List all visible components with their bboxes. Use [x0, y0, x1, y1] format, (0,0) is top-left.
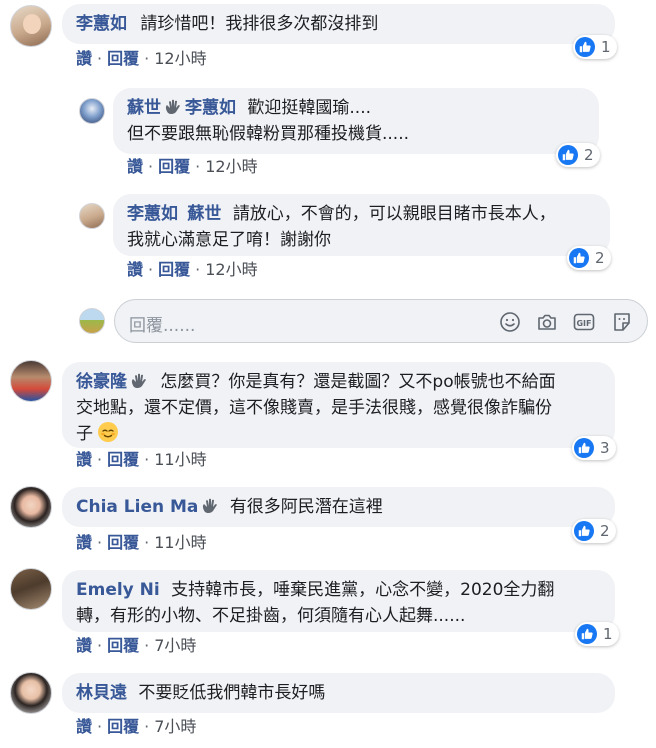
avatar[interactable]: [10, 672, 52, 714]
comment-author[interactable]: 蘇世: [127, 98, 161, 118]
comment-text: 子: [76, 424, 93, 444]
reply-link[interactable]: 回覆: [107, 533, 139, 552]
avatar[interactable]: [79, 98, 105, 124]
comment-text: 轉，有形的小物、不足掛齒，何須隨有心人起舞......: [76, 606, 466, 626]
avatar[interactable]: [10, 5, 52, 47]
like-link[interactable]: 讚: [76, 49, 92, 68]
reply-link[interactable]: 回覆: [107, 450, 139, 469]
reaction-count[interactable]: 2: [556, 143, 600, 167]
comment-bubble: 李蕙如 請珍惜吧！我排很多次都沒排到: [62, 4, 615, 44]
like-link[interactable]: 讚: [76, 636, 92, 655]
like-icon: [574, 521, 594, 541]
reply-placeholder: 回覆......: [129, 316, 196, 336]
comment-meta: 讚 · 回覆 · 11小時: [76, 533, 207, 552]
avatar[interactable]: [10, 486, 52, 528]
reply-link[interactable]: 回覆: [107, 636, 139, 655]
like-icon: [574, 438, 594, 458]
like-icon: [577, 624, 597, 644]
comment-text: 但不要跟無恥假韓粉買那種投機貨.....: [127, 124, 410, 144]
camera-icon[interactable]: [536, 311, 558, 333]
comment-text: 支持韓市長，唾棄民進黨，心念不變，2020全力翻: [171, 580, 555, 600]
comment-author[interactable]: 李蕙如: [76, 14, 127, 34]
timestamp[interactable]: 11小時: [154, 533, 206, 552]
comment-bubble: 蘇世 李蕙如 歡迎挺韓國瑜.... 但不要跟無恥假韓粉買那種投機貨.....: [113, 88, 599, 154]
like-icon: [558, 145, 578, 165]
sticker-icon[interactable]: [611, 311, 633, 333]
comment-text: 我就心滿意足了唷！謝謝你: [127, 230, 331, 250]
like-link[interactable]: 讚: [76, 450, 92, 469]
comment-author[interactable]: 徐豪隆: [76, 372, 127, 392]
like-link[interactable]: 讚: [76, 533, 92, 552]
gif-icon[interactable]: GIF: [573, 311, 595, 333]
wave-icon: [201, 498, 219, 514]
comment-author[interactable]: 林貝遠: [76, 683, 127, 703]
comment-meta: 讚 · 回覆 · 12小時: [127, 260, 258, 279]
comment-meta: 讚 · 回覆 · 11小時: [76, 450, 207, 469]
comment-text: 請珍惜吧！我排很多次都沒排到: [140, 14, 379, 34]
reply-link[interactable]: 回覆: [107, 49, 139, 68]
mention-tag[interactable]: 李蕙如: [185, 98, 236, 118]
like-link[interactable]: 讚: [127, 260, 143, 279]
avatar[interactable]: [10, 568, 52, 610]
reaction-count[interactable]: 3: [572, 436, 616, 460]
comment-text: 請放心，不會的，可以親眼目睹市長本人，: [232, 204, 556, 224]
timestamp[interactable]: 12小時: [205, 260, 257, 279]
timestamp[interactable]: 7小時: [154, 717, 196, 736]
comment-text: 怎麼買？你是真有？還是截圖？又不po帳號也不給面: [160, 372, 556, 392]
comment-bubble: Emely Ni 支持韓市長，唾棄民進黨，心念不變，2020全力翻 轉，有形的小…: [62, 570, 615, 632]
like-icon: [575, 37, 595, 57]
like-link[interactable]: 讚: [76, 717, 92, 736]
mention-tag[interactable]: 蘇世: [187, 204, 221, 224]
avatar[interactable]: [10, 360, 52, 402]
comment-meta: 讚 · 回覆 · 7小時: [76, 717, 197, 736]
reaction-count[interactable]: 1: [575, 622, 619, 646]
comment-author[interactable]: 李蕙如: [127, 204, 178, 224]
comment-meta: 讚 · 回覆 · 12小時: [127, 157, 258, 176]
wave-icon: [164, 99, 182, 115]
svg-text:GIF: GIF: [576, 319, 591, 328]
comment-text: 歡迎挺韓國瑜....: [247, 98, 372, 118]
timestamp[interactable]: 11小時: [154, 450, 206, 469]
like-link[interactable]: 讚: [127, 157, 143, 176]
comment-meta: 讚 · 回覆 · 12小時: [76, 49, 207, 68]
reply-input[interactable]: 回覆...... GIF: [114, 299, 648, 343]
avatar[interactable]: [79, 203, 105, 229]
reaction-count[interactable]: 1: [573, 35, 617, 59]
comment-author[interactable]: Emely Ni: [76, 580, 160, 600]
timestamp[interactable]: 7小時: [154, 636, 196, 655]
comment-bubble: 李蕙如 蘇世 請放心，不會的，可以親眼目睹市長本人， 我就心滿意足了唷！謝謝你: [113, 194, 610, 256]
like-icon: [569, 248, 589, 268]
reaction-count[interactable]: 2: [572, 519, 616, 543]
timestamp[interactable]: 12小時: [205, 157, 257, 176]
comment-text: 交地點，還不定價，這不像賤賣，是手法很賤，感覺很像詐騙份: [76, 398, 552, 418]
reaction-count[interactable]: 2: [567, 246, 611, 270]
emoji-icon[interactable]: [499, 311, 521, 333]
timestamp[interactable]: 12小時: [154, 49, 206, 68]
comment-author[interactable]: Chia Lien Ma: [76, 497, 198, 517]
comment-bubble: 徐豪隆 怎麼買？你是真有？還是截圖？又不po帳號也不給面 交地點，還不定價，這不…: [62, 362, 615, 448]
comment-bubble: Chia Lien Ma 有很多阿民潛在這裡: [62, 487, 615, 527]
comment-text: 有很多阿民潛在這裡: [229, 497, 383, 517]
wave-icon: [130, 373, 148, 389]
comment-text: 不要貶低我們韓市長好嗎: [138, 683, 326, 703]
reply-link[interactable]: 回覆: [107, 717, 139, 736]
reply-link[interactable]: 回覆: [158, 157, 190, 176]
reply-link[interactable]: 回覆: [158, 260, 190, 279]
comment-bubble: 林貝遠 不要貶低我們韓市長好嗎: [62, 673, 615, 713]
comment-meta: 讚 · 回覆 · 7小時: [76, 636, 197, 655]
relieved-emoji-icon: [98, 422, 119, 442]
current-user-avatar: [79, 308, 105, 334]
